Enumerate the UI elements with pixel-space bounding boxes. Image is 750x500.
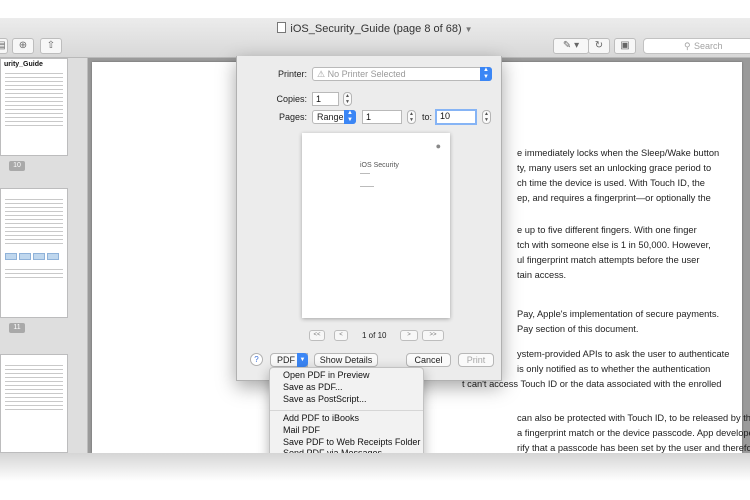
thumbnail-sidebar[interactable]: urity_Guide 10 11 bbox=[0, 58, 88, 453]
toolbox-button[interactable]: ▣ bbox=[614, 38, 636, 54]
updown-arrows-icon: ▲ ▼ bbox=[344, 110, 356, 124]
page-thumbnail[interactable] bbox=[0, 188, 68, 318]
sidebar-toggle-button[interactable]: ▤ bbox=[0, 38, 8, 54]
document-text-line: rify that a passcode has been set by the… bbox=[517, 443, 750, 453]
pages-from-stepper[interactable]: ▲ ▼ bbox=[407, 110, 416, 124]
page-number-badge: 10 bbox=[9, 161, 25, 171]
menu-separator bbox=[270, 410, 423, 411]
pages-to-label: to: bbox=[421, 112, 432, 122]
print-preview: ● iOS Security bbox=[302, 133, 450, 318]
thumbnail-title: urity_Guide bbox=[4, 61, 43, 68]
menu-item-mail-pdf[interactable]: Mail PDF bbox=[283, 425, 320, 435]
copies-stepper[interactable]: ▲ ▼ bbox=[343, 92, 352, 106]
document-text-line: is only notified as to whether the authe… bbox=[517, 364, 711, 374]
print-button[interactable]: Print bbox=[458, 353, 494, 367]
first-page-button[interactable]: << bbox=[309, 330, 325, 341]
document-text-line: ch time the device is used. With Touch I… bbox=[517, 178, 705, 188]
chevron-down-icon[interactable]: ▼ bbox=[465, 25, 473, 34]
page-number-badge: 11 bbox=[9, 323, 25, 333]
preview-title: iOS Security bbox=[360, 162, 399, 169]
rotate-icon: ↻ bbox=[594, 40, 604, 51]
window-title-text: iOS_Security_Guide (page 8 of 68) bbox=[290, 23, 462, 35]
zoom-in-icon: ⊕ bbox=[18, 40, 28, 51]
toolbox-icon: ▣ bbox=[620, 40, 630, 51]
apple-logo-icon: ● bbox=[435, 141, 441, 151]
rotate-button[interactable]: ↻ bbox=[588, 38, 610, 54]
updown-arrows-icon: ▲ ▼ bbox=[480, 67, 492, 81]
page-indicator: 1 of 10 bbox=[362, 331, 387, 340]
menu-item-add-to-ibooks[interactable]: Add PDF to iBooks bbox=[283, 413, 359, 423]
document-text-line: Pay section of this document. bbox=[517, 324, 639, 334]
search-icon: ⚲ bbox=[684, 41, 691, 51]
pages-to-field[interactable]: 10 bbox=[435, 109, 477, 125]
chevron-down-icon[interactable]: ▼ bbox=[297, 353, 308, 367]
document-text-line: e immediately locks when the Sleep/Wake … bbox=[517, 148, 720, 158]
document-text-line: Pay, Apple's implementation of secure pa… bbox=[517, 309, 720, 319]
document-text-line: e up to five different fingers. With one… bbox=[517, 225, 697, 235]
document-text-line: ty, many users set an unlocking grace pe… bbox=[517, 163, 712, 173]
zoom-in-button[interactable]: ⊕ bbox=[12, 38, 34, 54]
document-text-line: tain access. bbox=[517, 270, 567, 280]
next-page-button[interactable]: > bbox=[400, 330, 418, 341]
screen: iOS_Security_Guide (page 8 of 68) ▼ ▤ ⊕ ⇧… bbox=[0, 0, 750, 500]
document-text-line: ul fingerprint match attempts before the… bbox=[517, 255, 700, 265]
document-icon bbox=[277, 22, 287, 33]
share-icon: ⇧ bbox=[46, 40, 56, 51]
pages-to-stepper[interactable]: ▲ ▼ bbox=[482, 110, 491, 124]
pages-from-field[interactable]: 1 bbox=[362, 110, 402, 124]
menu-item-save-as-pdf[interactable]: Save as PDF... bbox=[283, 382, 343, 392]
markup-pen-button[interactable]: ✎ ▾ bbox=[553, 38, 589, 54]
window-bottom-shadow bbox=[0, 453, 750, 500]
help-button[interactable]: ? bbox=[250, 353, 263, 366]
document-text-line: tch with someone else is 1 in 50,000. Ho… bbox=[517, 240, 711, 250]
pages-mode-value: Range bbox=[317, 112, 344, 122]
search-input[interactable]: ⚲ Search bbox=[643, 38, 750, 54]
cancel-button[interactable]: Cancel bbox=[406, 353, 451, 367]
show-details-button[interactable]: Show Details bbox=[314, 353, 378, 367]
prev-page-button[interactable]: < bbox=[334, 330, 348, 341]
pages-label: Pages: bbox=[278, 112, 307, 122]
print-dialog: Printer: ⚠ No Printer Selected ▲ ▼ Copies… bbox=[236, 56, 502, 381]
search-placeholder: Search bbox=[694, 41, 723, 51]
pen-icon: ✎ ▾ bbox=[562, 40, 580, 51]
printer-select-value: No Printer Selected bbox=[327, 69, 406, 79]
printer-select[interactable]: ⚠ No Printer Selected ▲ ▼ bbox=[312, 67, 492, 81]
document-text-line: can also be protected with Touch ID, to … bbox=[517, 413, 750, 423]
page-thumbnail[interactable]: urity_Guide bbox=[0, 58, 68, 156]
menu-item-save-as-postscript[interactable]: Save as PostScript... bbox=[283, 394, 367, 404]
menu-item-web-receipts[interactable]: Save PDF to Web Receipts Folder bbox=[283, 437, 420, 447]
printer-label: Printer: bbox=[277, 69, 307, 79]
copies-label: Copies: bbox=[276, 94, 307, 104]
window-titlebar: iOS_Security_Guide (page 8 of 68) ▼ ▤ ⊕ ⇧… bbox=[0, 18, 750, 58]
share-button[interactable]: ⇧ bbox=[40, 38, 62, 54]
last-page-button[interactable]: >> bbox=[422, 330, 444, 341]
document-text-line: ystem-provided APIs to ask the user to a… bbox=[517, 349, 730, 359]
warning-icon: ⚠ bbox=[317, 69, 328, 79]
pages-mode-select[interactable]: Range ▲ ▼ bbox=[312, 110, 356, 124]
document-text-line: a fingerprint match or the device passco… bbox=[517, 428, 750, 438]
window-title: iOS_Security_Guide (page 8 of 68) ▼ bbox=[0, 22, 750, 35]
document-text-line: ep, and requires a fingerprint—or option… bbox=[517, 193, 711, 203]
page-thumbnail[interactable] bbox=[0, 354, 68, 453]
menu-item-open-in-preview[interactable]: Open PDF in Preview bbox=[283, 370, 370, 380]
copies-field[interactable]: 1 bbox=[312, 92, 339, 106]
